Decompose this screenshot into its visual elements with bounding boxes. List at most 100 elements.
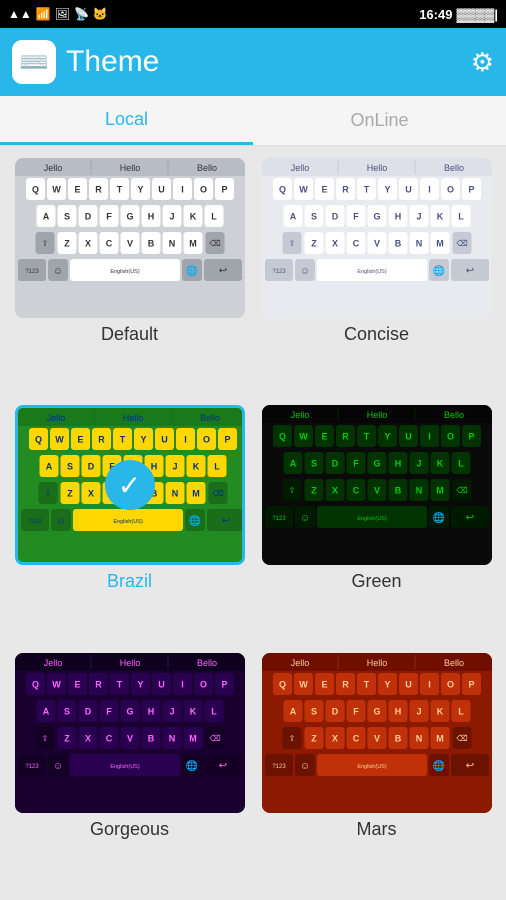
theme-label-default: Default <box>101 324 158 345</box>
svg-text:X: X <box>84 239 90 249</box>
cat-icon: 🐱 <box>93 7 108 21</box>
svg-text:U: U <box>405 432 412 442</box>
svg-text:⌫: ⌫ <box>209 734 220 743</box>
svg-text:P: P <box>468 185 474 195</box>
svg-text:V: V <box>126 239 132 249</box>
theme-item-brazil[interactable]: JelloHelloBelloQWERTYUIOPASDFGHJKL⇧⌫ZXCV… <box>12 405 247 640</box>
svg-text:C: C <box>352 733 359 743</box>
svg-text:K: K <box>192 462 199 472</box>
battery-icon: ▓▓▓▓| <box>456 7 498 22</box>
svg-text:A: A <box>289 212 296 222</box>
svg-text:🌐: 🌐 <box>432 511 444 524</box>
svg-text:P: P <box>221 679 227 689</box>
svg-text:☺: ☺ <box>299 513 309 524</box>
svg-text:G: G <box>373 459 380 469</box>
svg-text:?123: ?123 <box>25 269 39 275</box>
svg-text:J: J <box>169 706 174 716</box>
svg-text:Hello: Hello <box>119 658 140 668</box>
svg-text:🌐: 🌐 <box>185 759 197 772</box>
svg-text:N: N <box>168 733 175 743</box>
tab-online[interactable]: OnLine <box>253 96 506 145</box>
theme-preview-default: JelloHelloBelloQWERTYUIOPASDFGHJKL⇧⌫ZXCV… <box>15 158 245 318</box>
svg-text:X: X <box>84 733 90 743</box>
svg-text:S: S <box>63 212 69 222</box>
theme-item-concise[interactable]: JelloHelloBelloQWERTYUIOPASDFGHJKL⇧⌫ZXCV… <box>259 158 494 393</box>
svg-text:M: M <box>189 239 197 249</box>
theme-item-default[interactable]: JelloHelloBelloQWERTYUIOPASDFGHJKL⇧⌫ZXCV… <box>12 158 247 393</box>
svg-text:J: J <box>169 212 174 222</box>
svg-text:H: H <box>394 459 401 469</box>
theme-item-green[interactable]: JelloHelloBelloQWERTYUIOPASDFGHJKL⇧⌫ZXCV… <box>259 405 494 640</box>
svg-text:N: N <box>171 489 178 499</box>
svg-text:V: V <box>129 489 135 499</box>
svg-text:⇧: ⇧ <box>41 734 48 743</box>
svg-text:G: G <box>126 706 133 716</box>
svg-text:☺: ☺ <box>55 516 65 527</box>
svg-text:⇧: ⇧ <box>288 734 295 743</box>
svg-text:L: L <box>458 212 464 222</box>
svg-text:🌐: 🌐 <box>432 759 444 772</box>
theme-item-mars[interactable]: JelloHelloBelloQWERTYUIOPASDFGHJKL⇧⌫ZXCV… <box>259 653 494 888</box>
theme-grid: JelloHelloBelloQWERTYUIOPASDFGHJKL⇧⌫ZXCV… <box>0 146 506 900</box>
svg-text:↩: ↩ <box>465 266 473 277</box>
theme-preview-green: JelloHelloBelloQWERTYUIOPASDFGHJKL⇧⌫ZXCV… <box>262 405 492 565</box>
header-left: ⌨️ Theme <box>12 40 159 84</box>
svg-text:?123: ?123 <box>28 519 42 525</box>
svg-text:O: O <box>199 679 206 689</box>
svg-text:S: S <box>310 212 316 222</box>
svg-text:I: I <box>181 185 184 195</box>
svg-text:C: C <box>352 486 359 496</box>
svg-text:D: D <box>84 212 91 222</box>
svg-text:⇧: ⇧ <box>288 486 295 495</box>
svg-text:D: D <box>331 706 338 716</box>
svg-text:C: C <box>108 489 115 499</box>
svg-text:R: R <box>95 185 102 195</box>
svg-text:⇧: ⇧ <box>288 239 295 248</box>
photo-icon: 🖼 <box>55 7 70 21</box>
svg-text:M: M <box>189 733 197 743</box>
svg-text:Bello: Bello <box>196 163 216 173</box>
status-right: 16:49 ▓▓▓▓| <box>419 7 498 22</box>
svg-text:Y: Y <box>384 185 390 195</box>
svg-text:Z: Z <box>311 486 317 496</box>
theme-preview-gorgeous: JelloHelloBelloQWERTYUIOPASDFGHJKL⇧⌫ZXCV… <box>15 653 245 813</box>
svg-text:Q: Q <box>31 679 38 689</box>
svg-text:Q: Q <box>278 185 285 195</box>
svg-text:?123: ?123 <box>272 764 286 770</box>
svg-text:S: S <box>66 462 72 472</box>
svg-text:Y: Y <box>137 679 143 689</box>
svg-text:⌫: ⌫ <box>212 489 223 498</box>
svg-text:O: O <box>202 435 209 445</box>
theme-preview-mars: JelloHelloBelloQWERTYUIOPASDFGHJKL⇧⌫ZXCV… <box>262 653 492 813</box>
svg-text:M: M <box>436 733 444 743</box>
svg-text:B: B <box>150 489 157 499</box>
settings-button[interactable]: ⚙ <box>471 47 494 78</box>
tab-local[interactable]: Local <box>0 96 253 145</box>
svg-text:A: A <box>289 459 296 469</box>
svg-text:K: K <box>436 459 443 469</box>
svg-text:J: J <box>416 212 421 222</box>
svg-text:Bello: Bello <box>443 410 463 420</box>
svg-text:⌫: ⌫ <box>209 239 220 248</box>
svg-text:H: H <box>394 212 401 222</box>
svg-text:F: F <box>106 212 112 222</box>
svg-text:P: P <box>221 185 227 195</box>
keyboard-emoji-icon: ⌨️ <box>19 48 49 77</box>
svg-text:Z: Z <box>67 489 73 499</box>
svg-text:C: C <box>352 239 359 249</box>
app-logo: ⌨️ <box>12 40 56 84</box>
theme-item-gorgeous[interactable]: JelloHelloBelloQWERTYUIOPASDFGHJKL⇧⌫ZXCV… <box>12 653 247 888</box>
svg-text:G: G <box>373 212 380 222</box>
svg-text:↩: ↩ <box>218 760 226 771</box>
svg-text:J: J <box>416 459 421 469</box>
svg-text:L: L <box>211 706 217 716</box>
theme-label-concise: Concise <box>344 324 409 345</box>
svg-text:T: T <box>363 185 369 195</box>
svg-text:English(US): English(US) <box>113 519 143 525</box>
theme-label-mars: Mars <box>357 819 397 840</box>
svg-text:☺: ☺ <box>52 761 62 772</box>
svg-text:X: X <box>331 486 337 496</box>
svg-text:U: U <box>158 185 165 195</box>
svg-text:C: C <box>105 239 112 249</box>
svg-text:Y: Y <box>140 435 146 445</box>
